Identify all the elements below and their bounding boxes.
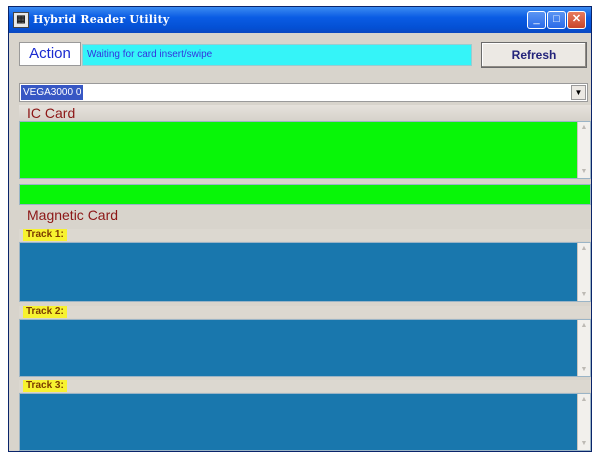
title-bar[interactable]: ▦ Hybrid Reader Utility _ □ ✕ <box>9 7 591 33</box>
track-1-scrollbar[interactable]: ▲ ▼ <box>577 243 590 301</box>
track-2-data-area[interactable]: ▲ ▼ <box>19 319 591 377</box>
ic-card-data-area[interactable]: ▲ ▼ <box>19 121 591 179</box>
track-1-label: Track 1: <box>23 229 67 241</box>
scroll-up-icon[interactable]: ▲ <box>578 320 590 332</box>
track-2-label-row: Track 2: <box>19 306 591 318</box>
chevron-down-icon[interactable]: ▼ <box>571 85 586 100</box>
track-3-label: Track 3: <box>23 380 67 392</box>
ic-card-header: IC Card <box>19 105 591 121</box>
scroll-up-icon[interactable]: ▲ <box>578 243 590 255</box>
action-label: Action <box>19 42 81 66</box>
refresh-button[interactable]: Refresh <box>481 42 587 68</box>
ic-card-scrollbar[interactable]: ▲ ▼ <box>577 122 590 178</box>
track-1-data-area[interactable]: ▲ ▼ <box>19 242 591 302</box>
scroll-down-icon[interactable]: ▼ <box>578 364 590 376</box>
scroll-down-icon[interactable]: ▼ <box>578 438 590 450</box>
scroll-up-icon[interactable]: ▲ <box>578 394 590 406</box>
track-2-label: Track 2: <box>23 306 67 318</box>
track-1-label-row: Track 1: <box>19 229 591 241</box>
minimize-button[interactable]: _ <box>527 11 546 29</box>
maximize-button[interactable]: □ <box>547 11 566 29</box>
window-title: Hybrid Reader Utility <box>33 13 170 26</box>
track-3-scrollbar[interactable]: ▲ ▼ <box>577 394 590 450</box>
close-button[interactable]: ✕ <box>567 11 586 29</box>
scroll-down-icon[interactable]: ▼ <box>578 289 590 301</box>
reader-select[interactable]: VEGA3000 0 ▼ <box>19 83 588 102</box>
track-3-label-row: Track 3: <box>19 380 591 392</box>
action-status-text: Waiting for card insert/swipe <box>82 44 472 66</box>
hybrid-reader-window: ▦ Hybrid Reader Utility _ □ ✕ Action Wai… <box>8 6 592 452</box>
track-3-data-area[interactable]: ▲ ▼ <box>19 393 591 451</box>
card-reader-app-icon: ▦ <box>13 12 29 28</box>
scroll-up-icon[interactable]: ▲ <box>578 122 590 134</box>
reader-selected-value: VEGA3000 0 <box>21 85 84 100</box>
ic-card-result-field[interactable] <box>19 184 591 205</box>
magnetic-card-header: Magnetic Card <box>27 207 119 223</box>
scroll-down-icon[interactable]: ▼ <box>578 166 590 178</box>
track-2-scrollbar[interactable]: ▲ ▼ <box>577 320 590 376</box>
